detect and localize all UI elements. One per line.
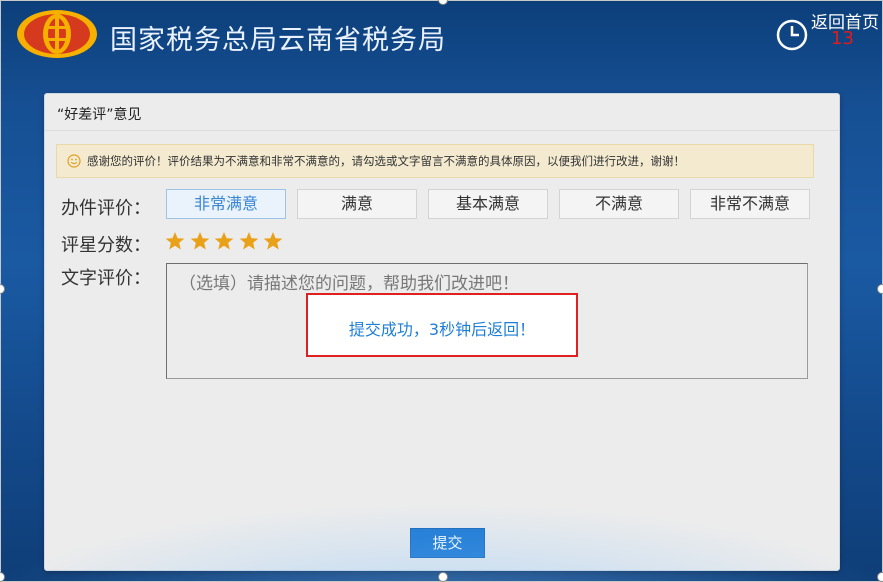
resize-handle-right[interactable] xyxy=(877,284,883,294)
resize-handle-bottom[interactable] xyxy=(438,572,448,582)
resize-handle-bottom-right[interactable] xyxy=(877,572,883,582)
canvas-frame xyxy=(0,0,883,582)
